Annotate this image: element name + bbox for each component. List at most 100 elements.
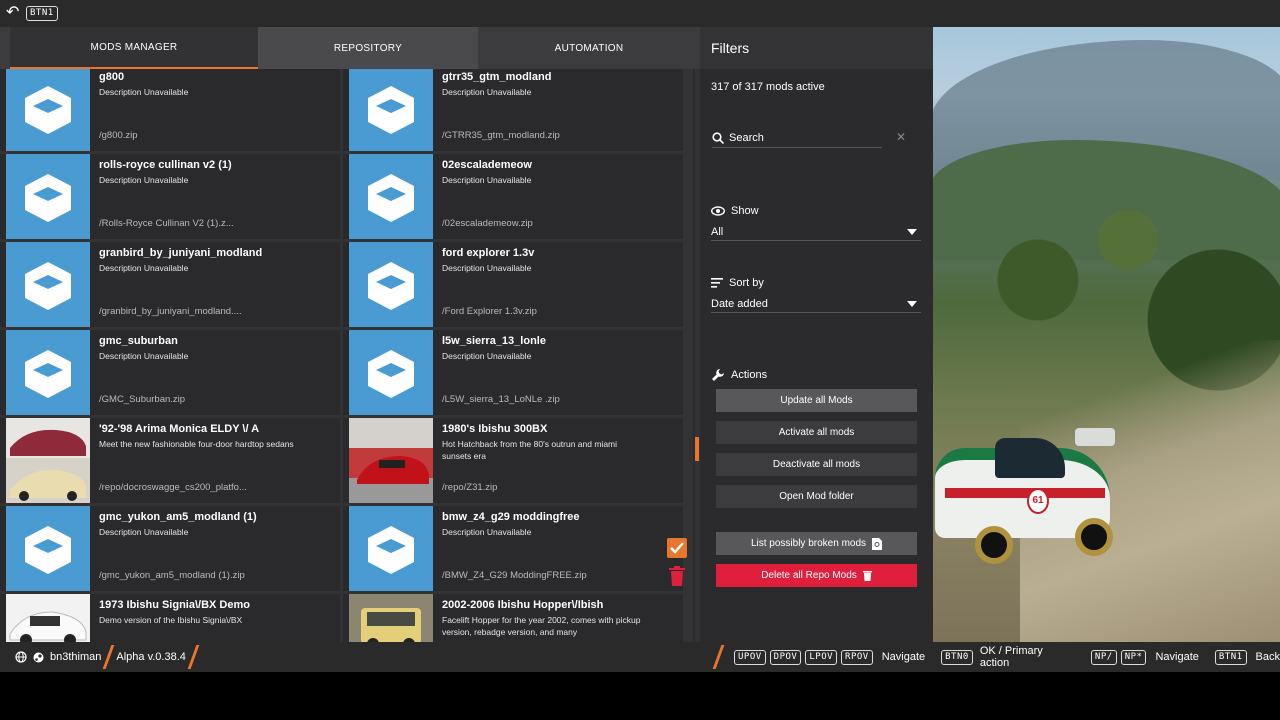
tab-repository[interactable]: REPOSITORY [258,27,478,69]
mod-package-icon [25,525,71,574]
top-bar: ↶ BTN1 [0,0,1280,27]
mod-thumbnail [6,418,90,503]
active-mods-count: 317 of 317 mods active [711,81,825,93]
scrollbar-track[interactable] [693,69,695,642]
mod-card[interactable]: 2002-2006 Ibishu Hopper\/Ibish Facelift H… [343,594,683,642]
delete-all-repo-mods-button[interactable]: Delete all Repo Mods [716,564,917,587]
mod-card[interactable]: gtrr35_gtm_modland Description Unavailabl… [343,69,683,151]
ok-label: OK / Primary action [979,645,1043,669]
back-key-hint: BTN1 [26,6,58,21]
show-label: Show [711,205,759,217]
mod-package-icon [25,173,71,222]
mod-thumbnail-frame [6,242,90,327]
trash-icon[interactable] [669,566,685,586]
mod-card[interactable]: 1973 Ibishu Signia\/BX Demo Demo version … [0,594,340,642]
mod-title: '92-'98 Arima Monica ELDY \/ A [99,423,260,435]
mod-package-icon [368,261,414,310]
mod-thumbnail-frame [6,330,90,415]
key-hint-rpov: RPOV [841,649,873,665]
sort-label: Sort by [711,277,764,289]
mod-thumbnail [6,594,90,642]
mod-card[interactable]: gmc_suburban Description Unavailable/GMC_… [0,330,340,415]
mod-card[interactable]: 1980's Ibishu 300BX Hot Hatchback from th… [343,418,683,503]
mod-title: ford explorer 1.3v [442,247,535,259]
open-mod-folder-button[interactable]: Open Mod folder [716,485,917,508]
back-arrow-icon[interactable]: ↶ [6,4,19,22]
file-search-icon [872,537,883,550]
mod-title: 1973 Ibishu Signia\/BX Demo [99,599,250,611]
mod-title: l5w_sierra_13_lonle [442,335,546,347]
update-all-mods-button[interactable]: Update all Mods [716,389,917,412]
mod-thumbnail-frame [349,418,433,503]
mod-thumbnail-frame [349,330,433,415]
mod-file-path: /GMC_Suburban.zip [99,394,186,405]
checkmark-icon[interactable] [667,538,687,558]
mod-thumbnail-frame [349,594,433,642]
filters-title: Filters [711,40,750,56]
mod-file-path: /repo/Z31.zip [442,482,498,493]
mod-card[interactable]: l5w_sierra_13_lonle Description Unavailab… [343,330,683,415]
actions-label: Actions [711,368,767,382]
mod-description: Demo version of the Ibishu Signia\/BX [99,615,243,625]
mod-thumbnail-frame [6,418,90,503]
mod-title: bmw_z4_g29 moddingfree [442,511,580,523]
mod-title: rolls-royce cullinan v2 (1) [99,159,232,171]
navigate-label-2: Navigate [1155,651,1199,663]
mod-package-icon [368,85,414,134]
mod-description: Description Unavailable [442,351,532,361]
mod-card[interactable]: bmw_z4_g29 moddingfree Description Unavai… [343,506,683,591]
chevron-down-icon [907,228,917,235]
mod-package-icon [368,173,414,222]
mod-file-path: /gmc_yukon_am5_modland (1).zip [99,570,245,581]
mod-card[interactable]: g800 Description Unavailable/g800.zip [0,69,340,151]
search-input[interactable]: Search [712,128,882,148]
mod-file-path: /GTRR35_gtm_modland.zip [442,130,560,141]
mod-card[interactable]: rolls-royce cullinan v2 (1) Description U… [0,154,340,239]
mod-description: Hot Hatchback from the 80's outrun and m… [442,439,618,461]
mod-file-path: /L5W_sierra_13_LoNLe .zip [442,394,560,405]
mod-thumbnail-frame [6,154,90,239]
mod-package-icon [368,525,414,574]
globe-icon [15,651,27,663]
mod-description: Description Unavailable [442,263,532,273]
search-placeholder: Search [729,131,764,144]
key-hint-upov: UPOV [733,649,766,665]
mod-file-path: /BMW_Z4_G29 ModdingFREE.zip [442,570,587,581]
letterbox-bottom [0,672,1280,720]
deactivate-all-mods-button[interactable]: Deactivate all mods [716,453,917,476]
chevron-down-icon [907,300,917,307]
mod-file-path: /granbird_by_juniyani_modland.... [99,306,242,317]
mod-description: Description Unavailable [99,527,189,537]
mod-description: Description Unavailable [442,87,532,97]
mod-title: g800 [99,71,125,83]
key-hint-lpov: LPOV [805,649,838,665]
sort-dropdown[interactable]: Date added [711,295,921,313]
mod-file-path: /g800.zip [99,130,138,141]
mod-card[interactable]: ford explorer 1.3v Description Unavailabl… [343,242,683,327]
mod-card[interactable]: '92-'98 Arima Monica ELDY \/ A Meet the n… [0,418,340,503]
mod-thumbnail [349,418,433,503]
mod-description: Description Unavailable [99,351,189,361]
tab-mods-manager[interactable]: MODS MANAGER [10,27,258,69]
tab-bar: MODS MANAGER REPOSITORY AUTOMATION [0,27,700,69]
mod-thumbnail-frame [349,242,433,327]
show-dropdown[interactable]: All [711,223,921,241]
steam-icon [33,652,44,662]
bottom-bar: bn3thiman Alpha v.0.38.4 UPOV DPOV LPOV … [0,642,1280,672]
mod-title: 2002-2006 Ibishu Hopper\/Ibish [442,599,604,611]
mod-description: Facelift Hopper for the year 2002, comes… [442,615,641,637]
mod-file-path: /Ford Explorer 1.3v.zip [442,306,537,317]
mod-thumbnail-frame [349,154,433,239]
mod-card[interactable]: gmc_yukon_am5_modland (1) Description Una… [0,506,340,591]
navigate-label: Navigate [881,651,926,663]
tab-automation[interactable]: AUTOMATION [478,27,700,69]
mod-thumbnail-frame [6,506,90,591]
activate-all-mods-button[interactable]: Activate all mods [716,421,917,444]
list-broken-mods-button[interactable]: List possibly broken mods [716,532,917,555]
scrollbar-thumb[interactable] [695,437,699,461]
close-icon[interactable]: ✕ [896,130,906,144]
mod-card[interactable]: 02escalademeow Description Unavailable/02… [343,154,683,239]
mod-title: 1980's Ibishu 300BX [442,423,548,435]
mod-package-icon [25,349,71,398]
mod-card[interactable]: granbird_by_juniyani_modland Description … [0,242,340,327]
